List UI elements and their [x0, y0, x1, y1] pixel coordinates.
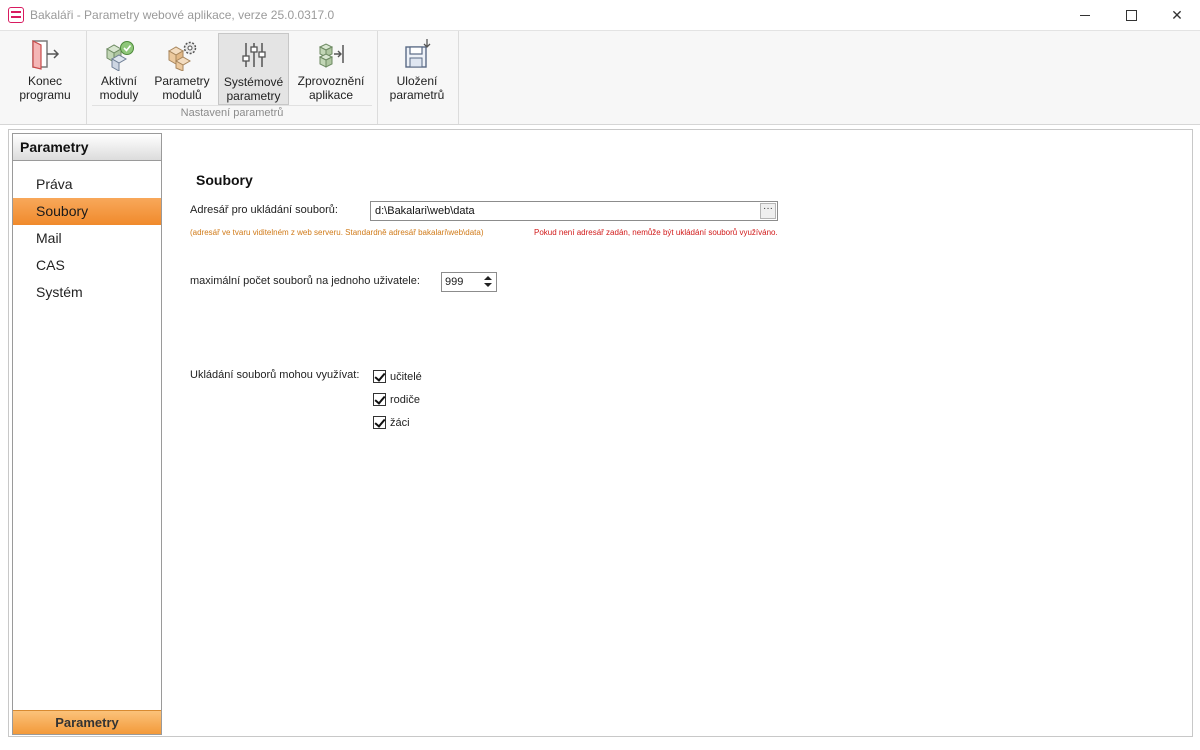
- active-modules-icon: [105, 41, 134, 71]
- browse-button[interactable]: ···: [760, 203, 776, 219]
- max-files-stepper[interactable]: 999: [441, 272, 497, 292]
- ribbon-separator: [458, 31, 459, 124]
- sidebar-header: Parametry: [13, 134, 161, 161]
- parameters-sidebar: Parametry Práva Soubory Mail CAS Systém …: [12, 133, 162, 735]
- minimize-button[interactable]: [1062, 0, 1108, 30]
- title-bar: Bakaláři - Parametry webové aplikace, ve…: [0, 0, 1200, 30]
- checkbox-checked-icon[interactable]: [373, 370, 386, 383]
- maximize-button[interactable]: [1108, 0, 1154, 30]
- section-title: Soubory: [196, 172, 253, 188]
- sidebar-item-cas[interactable]: CAS: [13, 252, 161, 279]
- module-parameters-button[interactable]: Parametry modulů: [150, 33, 214, 105]
- checkbox-students-label: žáci: [390, 416, 410, 429]
- checkbox-students[interactable]: žáci: [373, 416, 410, 429]
- storage-dir-warning: Pokud není adresář zadán, nemůže být ukl…: [534, 228, 778, 237]
- files-settings-panel: Soubory Adresář pro ukládání souborů: d:…: [166, 133, 1186, 733]
- sliders-icon: [241, 43, 266, 67]
- ribbon-separator: [86, 31, 87, 124]
- spinner-arrows-icon[interactable]: [483, 275, 493, 289]
- usage-label: Ukládání souborů mohou využívat:: [190, 369, 360, 381]
- deploy-icon: [318, 43, 344, 68]
- ribbon-group-label: Nastavení parametrů: [180, 107, 284, 119]
- sidebar-item-soubory[interactable]: Soubory: [13, 198, 161, 225]
- sidebar-footer-tab[interactable]: Parametry: [13, 710, 161, 734]
- deploy-application-button[interactable]: Zprovoznění aplikace: [293, 33, 369, 105]
- app-icon: [8, 7, 24, 23]
- system-parameters-label: Systémové parametry: [223, 75, 284, 103]
- storage-dir-input[interactable]: d:\Bakalari\web\data: [370, 201, 778, 221]
- sidebar-list: Práva Soubory Mail CAS Systém: [13, 161, 161, 306]
- window-title: Bakaláři - Parametry webové aplikace, ve…: [30, 8, 335, 22]
- sidebar-item-prava[interactable]: Práva: [13, 171, 161, 198]
- sidebar-item-mail[interactable]: Mail: [13, 225, 161, 252]
- checkbox-parents-label: rodiče: [390, 393, 420, 406]
- checkbox-parents[interactable]: rodiče: [373, 393, 420, 406]
- close-button[interactable]: ✕: [1154, 0, 1200, 30]
- ribbon-group-divider: [92, 105, 372, 106]
- exit-program-button[interactable]: Konec programu: [12, 33, 78, 105]
- deploy-application-label: Zprovoznění aplikace: [297, 74, 365, 102]
- sidebar-item-system[interactable]: Systém: [13, 279, 161, 306]
- checkbox-checked-icon[interactable]: [373, 416, 386, 429]
- checkbox-teachers[interactable]: učitelé: [373, 370, 422, 383]
- ribbon-separator: [377, 31, 378, 124]
- ribbon-toolbar: Konec programu Aktivní moduly Parametry …: [0, 30, 1200, 125]
- storage-dir-label: Adresář pro ukládání souborů:: [190, 204, 338, 216]
- storage-dir-hint: (adresář ve tvaru viditelném z web serve…: [190, 228, 484, 237]
- checkbox-checked-icon[interactable]: [373, 393, 386, 406]
- window-controls: ✕: [1062, 0, 1200, 30]
- checkbox-teachers-label: učitelé: [390, 370, 422, 383]
- active-modules-label: Aktivní moduly: [99, 74, 139, 102]
- max-files-label: maximální počet souborů na jednoho uživa…: [190, 275, 420, 287]
- active-modules-button[interactable]: Aktivní moduly: [92, 33, 146, 105]
- system-parameters-button[interactable]: Systémové parametry: [218, 33, 289, 105]
- save-parameters-label: Uložení parametrů: [389, 74, 445, 102]
- module-settings-icon: [167, 41, 197, 71]
- save-icon: [405, 39, 431, 68]
- exit-door-icon: [32, 40, 60, 70]
- module-parameters-label: Parametry modulů: [154, 74, 210, 102]
- save-parameters-button[interactable]: Uložení parametrů: [383, 33, 451, 105]
- exit-program-label: Konec programu: [19, 74, 71, 102]
- max-files-value: 999: [445, 276, 464, 288]
